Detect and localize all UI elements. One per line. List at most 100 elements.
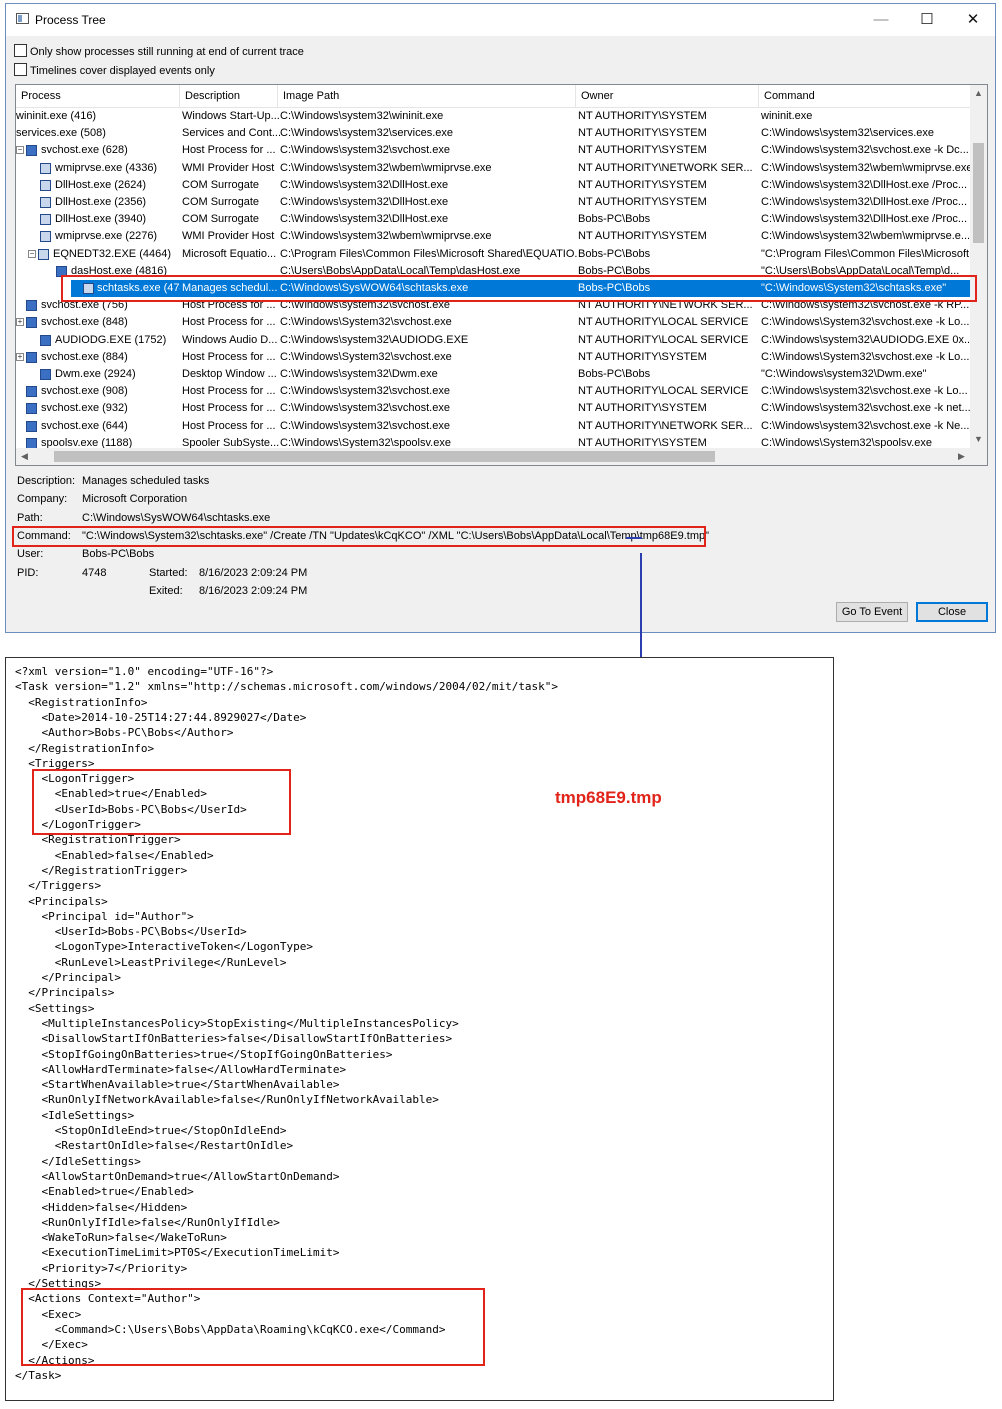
process-cell: DllHost.exe (3940)	[16, 211, 180, 228]
expand-icon[interactable]: +	[16, 318, 24, 327]
process-description: Host Process for ...	[182, 350, 276, 363]
process-owner: NT AUTHORITY\NETWORK SER...	[578, 161, 753, 174]
process-name: wininit.exe (416)	[16, 110, 97, 122]
process-icon	[40, 162, 51, 174]
process-row[interactable]: AUDIODG.EXE (1752) Windows Audio D... C:\W…	[16, 332, 970, 349]
col-command[interactable]: Command	[759, 85, 970, 107]
collapse-icon[interactable]: −	[16, 146, 24, 155]
process-row[interactable]: svchost.exe (644) Host Process for ... C:\…	[16, 418, 970, 435]
go-to-event-button[interactable]: Go To Event	[836, 602, 908, 622]
process-row[interactable]: Dwm.exe (2924) Desktop Window ... C:\Windo…	[16, 366, 970, 383]
process-icon	[26, 351, 37, 363]
vertical-scroll-thumb[interactable]	[973, 143, 984, 243]
process-row[interactable]: + svchost.exe (848) Host Process for ... C:…	[16, 314, 970, 331]
timelines-checkbox[interactable]: Timelines cover displayed events only	[14, 63, 215, 77]
logon-trigger-highlight	[32, 769, 291, 835]
process-owner: NT AUTHORITY\LOCAL SERVICE	[578, 385, 749, 398]
process-description: Host Process for ...	[182, 419, 276, 432]
scroll-down-icon[interactable]: ▼	[970, 431, 987, 448]
scroll-up-icon[interactable]: ▲	[970, 85, 987, 102]
process-cell: services.exe (508)	[16, 125, 180, 142]
process-icon	[40, 179, 51, 191]
horizontal-scrollbar[interactable]: ◀ ▶	[16, 448, 970, 465]
scroll-left-icon[interactable]: ◀	[16, 448, 33, 465]
process-description: Host Process for ...	[182, 402, 276, 415]
process-command: C:\Windows\system32\wbem\wmiprvse.exe	[761, 161, 970, 174]
process-row[interactable]: services.exe (508) Services and Cont... C:…	[16, 125, 970, 142]
xml-line: <Priority>7</Priority>	[15, 1261, 188, 1275]
process-owner: NT AUTHORITY\SYSTEM	[578, 144, 707, 157]
process-image-path: C:\Windows\system32\DllHost.exe	[280, 178, 449, 191]
path-label: Path:	[17, 512, 43, 524]
process-row[interactable]: DllHost.exe (2624) COM Surrogate C:\Window…	[16, 177, 970, 194]
process-name: svchost.exe (848)	[41, 316, 128, 329]
process-name: DllHost.exe (2356)	[55, 196, 147, 208]
horizontal-scroll-thumb[interactable]	[54, 451, 715, 462]
user-value: Bobs-PC\Bobs	[82, 548, 155, 560]
timelines-label: Timelines cover displayed events only	[30, 65, 215, 77]
minimize-button[interactable]: —	[858, 4, 904, 36]
process-description: Host Process for ...	[182, 144, 276, 157]
exited-label: Exited:	[149, 585, 183, 597]
checkbox-icon[interactable]	[14, 63, 27, 76]
process-owner: NT AUTHORITY\SYSTEM	[578, 230, 707, 243]
process-row[interactable]: DllHost.exe (3940) COM Surrogate C:\Window…	[16, 211, 970, 228]
process-row[interactable]: − svchost.exe (628) Host Process for ... C:…	[16, 142, 970, 159]
process-row[interactable]: − EQNEDT32.EXE (4464) Microsoft Equatio...…	[16, 246, 970, 263]
process-icon	[40, 334, 51, 346]
scroll-right-icon[interactable]: ▶	[953, 448, 970, 465]
col-description[interactable]: Description	[180, 85, 278, 107]
xml-line: <AllowStartOnDemand>true</AllowStartOnDe…	[15, 1169, 340, 1183]
process-icon	[40, 214, 51, 226]
process-name: spoolsv.exe (1188)	[41, 436, 133, 448]
close-window-button[interactable]: ✕	[950, 4, 996, 36]
title-bar: Process Tree — ☐ ✕	[6, 4, 995, 36]
xml-line: <Date>2014-10-25T14:27:44.8929027</Date>	[15, 710, 307, 724]
process-cell: svchost.exe (908)	[16, 383, 180, 400]
process-owner: Bobs-PC\Bobs	[578, 368, 651, 380]
company-value: Microsoft Corporation	[82, 493, 188, 505]
col-process[interactable]: Process	[16, 85, 180, 107]
process-icon	[26, 300, 37, 312]
xml-line: <RegistrationInfo>	[15, 695, 148, 709]
process-owner: NT AUTHORITY\SYSTEM	[578, 127, 707, 140]
process-cell: svchost.exe (644)	[16, 418, 180, 435]
process-cell: wininit.exe (416)	[16, 108, 180, 125]
process-description: Host Process for ...	[182, 385, 276, 398]
expand-icon[interactable]: +	[16, 352, 24, 361]
process-row[interactable]: wmiprvse.exe (2276) WMI Provider Host C:\W…	[16, 228, 970, 245]
process-row[interactable]: svchost.exe (932) Host Process for ... C:\…	[16, 400, 970, 417]
running-only-checkbox[interactable]: Only show processes still running at end…	[14, 44, 304, 58]
actions-highlight	[21, 1288, 485, 1366]
process-owner: NT AUTHORITY\SYSTEM	[578, 436, 707, 448]
vertical-scrollbar[interactable]: ▲ ▼	[970, 85, 987, 448]
process-command: C:\Windows\System32\spoolsv.exe	[761, 436, 932, 448]
process-description: WMI Provider Host	[182, 161, 275, 174]
col-owner[interactable]: Owner	[576, 85, 759, 107]
xml-line: <?xml version="1.0" encoding="UTF-16"?>	[15, 665, 274, 678]
process-name: wmiprvse.exe (4336)	[55, 161, 158, 174]
xml-line: <StartWhenAvailable>true</StartWhenAvail…	[15, 1078, 340, 1092]
process-row[interactable]: wininit.exe (416) Windows Start-Up... C:\W…	[16, 108, 970, 125]
maximize-button[interactable]: ☐	[904, 4, 950, 36]
close-button[interactable]: Close	[916, 602, 988, 622]
checkbox-icon[interactable]	[14, 44, 27, 57]
process-owner: NT AUTHORITY\LOCAL SERVICE	[578, 316, 749, 329]
process-command: C:\Windows\System32\svchost.exe -k Lo...	[761, 350, 970, 363]
xml-line: <IdleSettings>	[15, 1108, 135, 1122]
collapse-icon[interactable]: −	[28, 249, 36, 258]
process-image-path: C:\Windows\system32\wbem\wmiprvse.exe	[280, 230, 492, 243]
xml-line: <AllowHardTerminate>false</AllowHardTerm…	[15, 1062, 347, 1076]
user-label: User:	[17, 548, 44, 560]
process-row[interactable]: spoolsv.exe (1188) Spooler SubSyste... C:\…	[16, 435, 970, 448]
process-name: svchost.exe (932)	[41, 402, 128, 415]
process-command: C:\Windows\system32\svchost.exe -k net..…	[761, 402, 970, 415]
process-row[interactable]: wmiprvse.exe (4336) WMI Provider Host C:\W…	[16, 160, 970, 177]
process-owner: Bobs-PC\Bobs	[578, 247, 651, 260]
col-image-path[interactable]: Image Path	[278, 85, 576, 107]
process-name: svchost.exe (884)	[41, 350, 128, 363]
process-row[interactable]: DllHost.exe (2356) COM Surrogate C:\Window…	[16, 194, 970, 211]
process-row[interactable]: svchost.exe (908) Host Process for ... C:\…	[16, 383, 970, 400]
started-label: Started:	[149, 567, 188, 579]
process-row[interactable]: + svchost.exe (884) Host Process for ... C:…	[16, 349, 970, 366]
